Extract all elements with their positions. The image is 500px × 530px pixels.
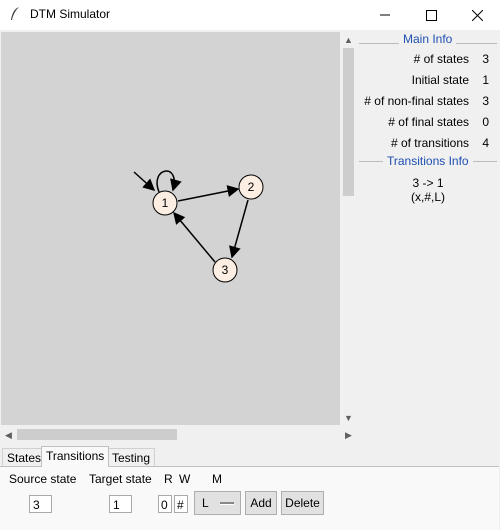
write-symbol-input[interactable]: # [174,495,188,513]
close-icon [471,9,483,21]
feather-icon [11,7,19,20]
non-final-states-label: # of non-final states [364,94,469,108]
add-button[interactable]: Add [245,491,277,515]
non-final-states-value: 3 [482,94,489,108]
graph-canvas[interactable]: 1 2 3 [1,32,340,425]
state-graph[interactable]: 1 2 3 [1,32,340,425]
select-indicator-icon [220,502,234,505]
move-select[interactable]: L [194,491,241,515]
target-state-label: Target state [89,472,152,486]
initial-state-arrow [133,171,156,192]
source-state-label: Source state [9,472,77,486]
transitions-info-title: Transitions Info [383,154,473,168]
tab-bar: States Transitions Testing [0,446,500,467]
transitions-count-label: # of transitions [390,136,469,150]
title-bar: DTM Simulator [0,0,500,30]
transitions-form: Source state Target state R W M 3 1 0 # … [0,466,499,530]
main-info-title: Main Info [399,32,457,46]
tab-transitions[interactable]: Transitions [41,446,110,467]
close-button[interactable] [454,0,500,30]
delete-button[interactable]: Delete [281,491,324,515]
svg-text:3: 3 [222,263,229,277]
initial-state-value: 1 [482,73,489,87]
vertical-scrollbar[interactable]: ▲ ▼ [341,32,356,425]
transition-info-tuple: (x,#,L) [410,190,445,204]
svg-text:1: 1 [162,196,169,210]
read-symbol-label: R [164,472,173,486]
vertical-scroll-thumb[interactable] [343,48,354,196]
state-node[interactable]: 2 [238,174,264,200]
write-symbol-label: W [179,472,191,486]
read-symbol-input[interactable]: 0 [158,495,172,513]
transition-arrow [229,199,249,259]
maximize-icon [425,9,437,21]
horizontal-scrollbar[interactable]: ◀ ▶ [1,427,356,442]
move-select-value: L [202,496,209,510]
state-node[interactable]: 3 [212,257,238,283]
transition-arrow [177,185,240,202]
minimize-button[interactable] [362,0,408,30]
maximize-button[interactable] [408,0,454,30]
transition-arrow [173,211,216,263]
state-node[interactable]: 1 [152,190,178,216]
transition-info-arrow: 3 -> 1 [412,176,444,190]
transitions-count-value: 4 [482,136,489,150]
final-states-label: # of final states [388,115,469,129]
window-title: DTM Simulator [30,7,111,21]
info-panel: Main Info # of states 3 Initial state 1 … [357,32,499,425]
source-state-input[interactable]: 3 [29,495,52,513]
svg-text:2: 2 [248,180,255,194]
move-label: M [212,472,222,486]
horizontal-scroll-thumb[interactable] [17,429,177,440]
scroll-left-icon[interactable]: ◀ [1,429,16,441]
final-states-value: 0 [482,115,489,129]
minimize-icon [380,14,390,16]
scroll-up-icon[interactable]: ▲ [341,34,356,46]
self-loop-arrow [156,170,182,193]
scroll-right-icon[interactable]: ▶ [341,429,356,441]
tab-states[interactable]: States [2,448,47,467]
scroll-down-icon[interactable]: ▼ [341,412,356,424]
tab-testing[interactable]: Testing [107,448,156,467]
target-state-input[interactable]: 1 [109,495,132,513]
states-count-value: 3 [482,52,489,66]
states-count-label: # of states [413,52,469,66]
initial-state-label: Initial state [411,73,469,87]
